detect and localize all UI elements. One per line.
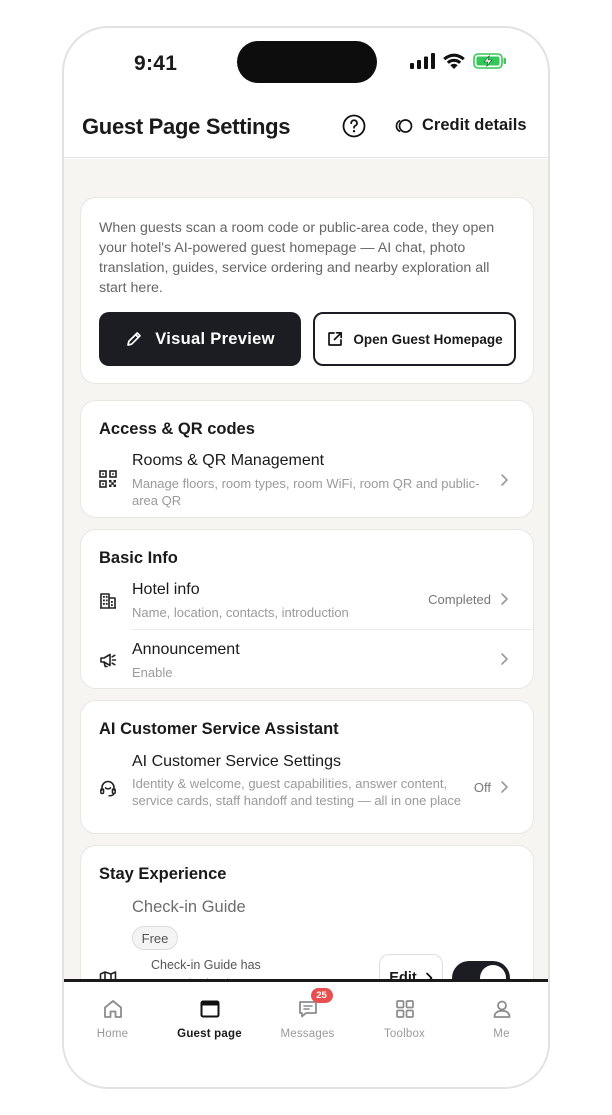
basic-info-card: Basic Info Hotel info Name, location, co… — [80, 529, 534, 689]
ai-settings-status: Off — [473, 780, 491, 795]
tab-toolbox-label: Toolbox — [383, 1028, 426, 1040]
credit-details-button[interactable]: Credit details — [394, 116, 527, 135]
hotel-info-status: Completed — [428, 592, 491, 607]
stay-experience-card: Stay Experience Check-in Guide Free Chec… — [80, 845, 534, 979]
tab-toolbox[interactable]: Toolbox — [356, 982, 453, 1052]
signal-icon — [410, 53, 435, 69]
page-title: Guest Page Settings — [82, 114, 291, 139]
section-title-access: Access & QR codes — [99, 420, 255, 438]
check-in-guide-text: Check-in Guide has no content yet. Pleas… — [151, 958, 261, 979]
home-icon — [103, 1000, 122, 1018]
phone-frame: 9:41 Guest Page Settings Credit details … — [62, 26, 550, 1089]
edit-label: Edit — [389, 970, 417, 979]
toggle-knob — [480, 965, 506, 979]
open-guest-homepage-button[interactable]: Open Guest Homepage — [313, 312, 516, 366]
chevron-right-icon — [501, 781, 508, 793]
status-time: 9:41 — [134, 52, 178, 75]
app-header: Guest Page Settings Credit details — [64, 102, 548, 158]
credit-coin-icon — [395, 118, 413, 133]
chevron-right-icon — [501, 593, 508, 605]
tab-guest-page[interactable]: Guest page — [161, 982, 258, 1052]
access-card: Access & QR codes Rooms & QR Management — [80, 400, 534, 518]
megaphone-icon — [100, 653, 117, 668]
chevron-right-icon — [501, 653, 508, 665]
rooms-qr-title: Rooms & QR Management — [132, 452, 325, 469]
check-in-guide-toggle[interactable] — [452, 961, 510, 979]
headset-icon — [100, 780, 116, 797]
user-icon — [493, 1000, 510, 1018]
ai-settings-title: AI Customer Service Settings — [132, 753, 341, 770]
intro-description: When guests scan a room code or public-a… — [99, 220, 495, 296]
help-circle-icon[interactable] — [342, 114, 366, 138]
section-title-basic-info: Basic Info — [99, 549, 178, 567]
tab-home-label: Home — [96, 1028, 129, 1040]
dynamic-island — [237, 41, 377, 83]
intro-card: When guests scan a room code or public-a… — [80, 197, 534, 384]
tab-messages-label: Messages — [280, 1028, 335, 1040]
open-guest-homepage-label: Open Guest Homepage — [353, 331, 503, 347]
building-icon — [100, 593, 116, 609]
battery-charging-icon — [473, 53, 506, 69]
tab-home[interactable]: Home — [64, 982, 161, 1052]
visual-preview-button[interactable]: Visual Preview — [99, 312, 301, 366]
announcement-title: Announcement — [132, 641, 240, 658]
settings-content[interactable]: When guests scan a room code or public-a… — [64, 159, 548, 979]
wifi-icon — [443, 53, 465, 69]
ai-settings-subtitle: Identity & welcome, guest capabilities, … — [132, 776, 462, 808]
external-link-icon — [328, 331, 343, 346]
grid-icon — [395, 1000, 414, 1018]
tab-me[interactable]: Me — [453, 982, 548, 1052]
hotel-info-title: Hotel info — [132, 581, 200, 598]
pencil-icon — [127, 332, 142, 346]
qr-code-icon — [99, 470, 117, 488]
hotel-info-subtitle: Name, location, contacts, introduction — [132, 605, 349, 620]
section-title-stay: Stay Experience — [99, 865, 227, 883]
announcement-subtitle: Enable — [132, 665, 173, 680]
visual-preview-label: Visual Preview — [155, 329, 275, 348]
section-title-ai-assistant: AI Customer Service Assistant — [99, 720, 339, 738]
chevron-right-icon — [425, 972, 433, 979]
messages-badge: 25 — [310, 988, 333, 1003]
browser-window-icon — [200, 1000, 219, 1018]
credit-details-label: Credit details — [422, 116, 527, 134]
tab-bar: Home Guest page 25 Messages Toolbox Me — [64, 979, 548, 1087]
free-badge: Free — [132, 926, 178, 950]
tab-guest-page-label: Guest page — [177, 1028, 242, 1040]
chevron-right-icon — [501, 474, 508, 486]
row-divider — [132, 629, 533, 630]
tab-messages[interactable]: 25 Messages — [259, 982, 356, 1052]
ai-assistant-card: AI Customer Service Assistant AI Custome… — [80, 700, 534, 834]
check-in-guide-title: Check-in Guide — [132, 898, 246, 916]
map-icon — [99, 971, 117, 979]
rooms-qr-subtitle: Manage floors, room types, room WiFi, ro… — [132, 476, 480, 508]
messages-icon-wrap: 25 — [297, 988, 333, 1020]
status-bar: 9:41 — [64, 28, 548, 102]
edit-guide-button[interactable]: Edit — [379, 954, 443, 979]
tab-me-label: Me — [493, 1028, 510, 1040]
